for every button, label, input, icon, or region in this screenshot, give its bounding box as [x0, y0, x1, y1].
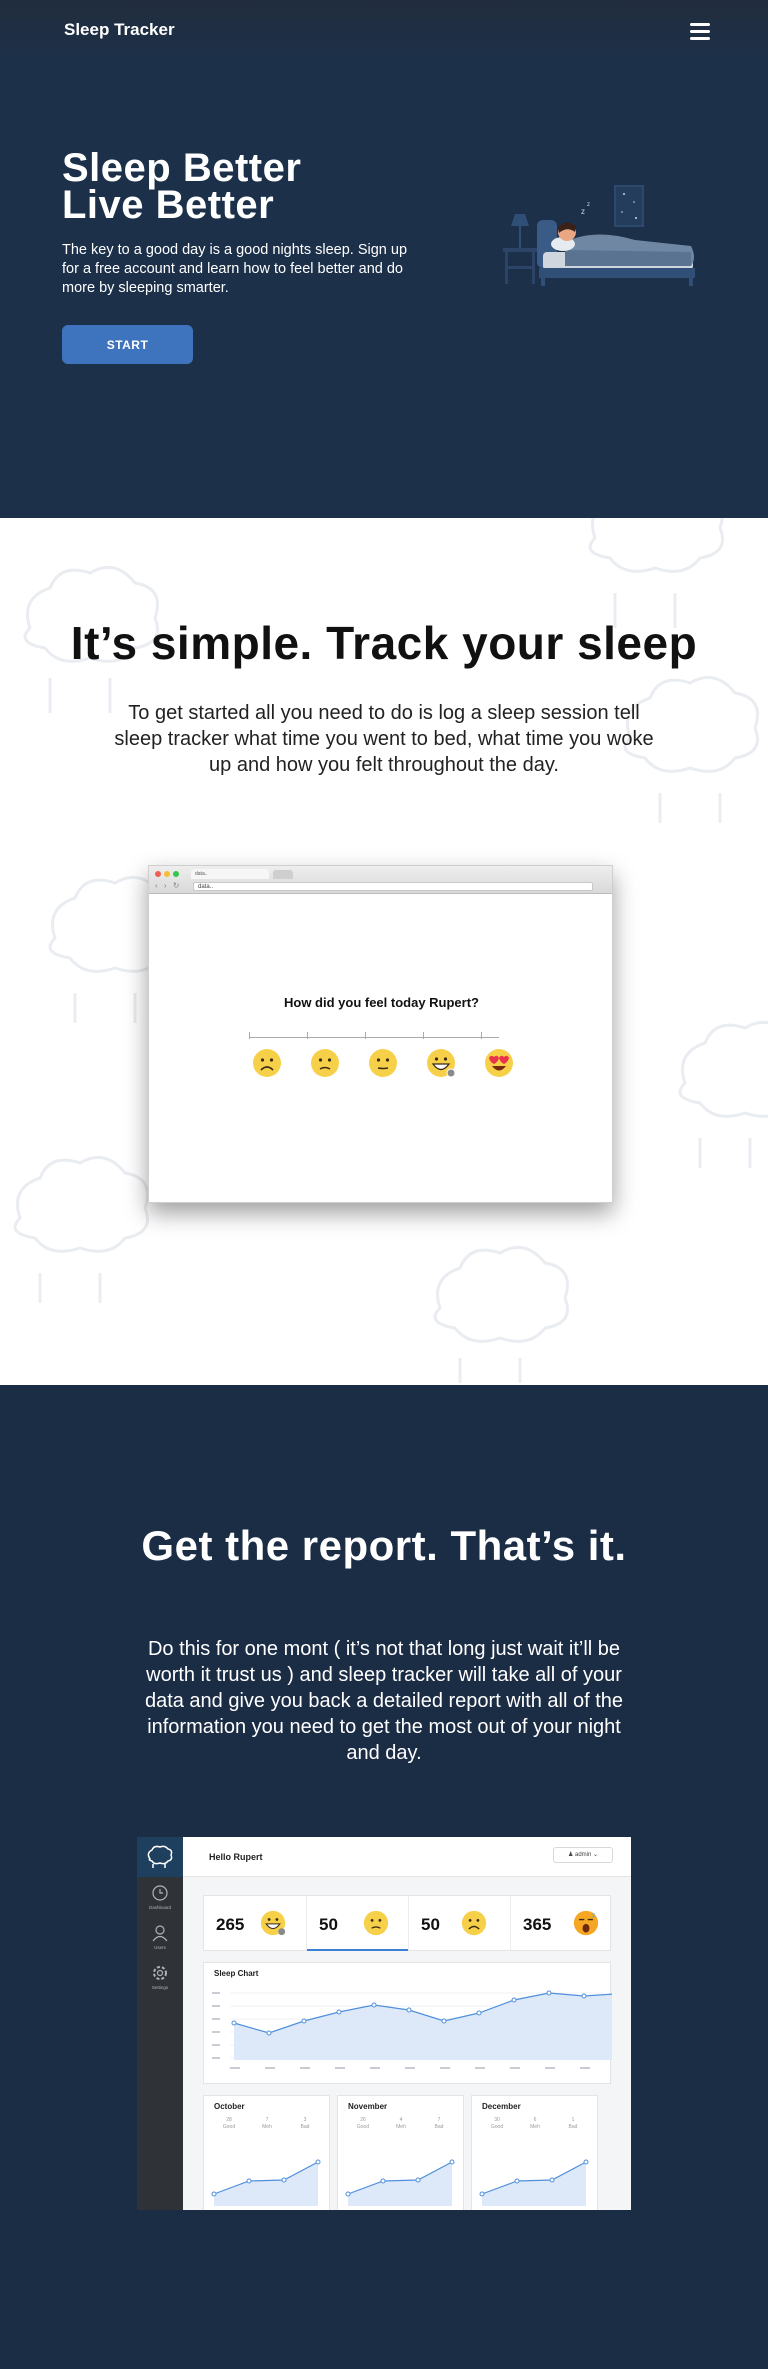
svg-text:z: z: [592, 1913, 595, 1919]
stat-value: 50: [421, 1915, 440, 1934]
sleep-chart-card: Sleep Chart: [203, 1962, 612, 2084]
stat-card[interactable]: 365 z: [510, 1896, 612, 1950]
report-section: Get the report. That’s it. Do this for o…: [0, 1385, 768, 2369]
sleep-line-chart: [212, 1990, 612, 2069]
neutral-face-icon[interactable]: [368, 1048, 398, 1078]
brand-logo[interactable]: Sleep Tracker: [64, 20, 175, 40]
sidebar-item-dashboard[interactable]: Dashboard: [137, 1881, 183, 1917]
user-menu-label: admin: [575, 1852, 592, 1858]
browser-tab[interactable]: data..: [191, 869, 269, 879]
report-description: Do this for one mont ( it’s not that lon…: [144, 1638, 624, 1764]
slightly-frowning-face-icon: [363, 1910, 389, 1936]
y-axis-tick-marks: [212, 1992, 220, 2059]
grinning-face-icon: [260, 1910, 286, 1936]
browser-mockup: data.. ‹ › ↻ data.. How did you feel tod…: [148, 865, 613, 1203]
dashboard-greeting: Hello Rupert: [209, 1852, 263, 1862]
sidebar-item-label: Users: [154, 1945, 166, 1950]
sleeping-person-illustration: z z: [503, 185, 695, 286]
stat-value: 365: [523, 1915, 552, 1934]
sidebar-item-settings[interactable]: Settings: [137, 1961, 183, 1997]
month-card-november[interactable]: November 26 Good 4 Meh 7 Bad: [337, 2095, 464, 2210]
user-icon: [152, 1925, 168, 1942]
svg-text:z: z: [587, 202, 590, 208]
report-title: Get the report. That’s it.: [141, 1522, 627, 1569]
user-menu-button[interactable]: ♟ admin ⌄: [553, 1847, 613, 1863]
month-mini-chart: [479, 2159, 589, 2206]
month-mini-chart: [211, 2159, 321, 2206]
stats-bar: 265 50 50 365 z: [203, 1895, 611, 1951]
stat-value: 265: [216, 1915, 245, 1934]
user-icon: ♟: [567, 1852, 574, 1858]
sheep-logo-icon[interactable]: [137, 1837, 183, 1877]
feeling-scale: [249, 1032, 499, 1039]
dashboard-header: Hello Rupert ♟ admin ⌄: [183, 1837, 631, 1877]
slightly-frowning-face-icon[interactable]: [310, 1048, 340, 1078]
hero-title-line-2: Live Better: [62, 183, 275, 227]
minimize-dot-icon[interactable]: [164, 871, 170, 877]
hero-title-line-1: Sleep Better: [62, 146, 302, 190]
month-card-december[interactable]: December 30 Good 6 Meh 1 Bad: [471, 2095, 598, 2210]
hamburger-icon[interactable]: [686, 20, 714, 44]
close-dot-icon[interactable]: [155, 871, 161, 877]
hero-title: Sleep Better Live Better: [62, 146, 302, 227]
gear-icon: [153, 1966, 167, 1980]
svg-text:z: z: [581, 207, 585, 216]
start-button[interactable]: START: [62, 325, 193, 364]
track-sleep-section: It’s simple. Track your sleep To get sta…: [0, 518, 768, 1385]
sleepy-face-icon: z: [573, 1910, 599, 1936]
browser-nav-arrows-icon[interactable]: ‹ › ↻: [155, 881, 181, 890]
hero-subtitle: The key to a good day is a good nights s…: [62, 242, 408, 296]
dashboard-mockup: Dashboard Users Settings Hello Rupert ♟ …: [137, 1837, 631, 2210]
month-mini-chart: [345, 2159, 455, 2206]
month-card-october[interactable]: October 28 Good 7 Meh 3 Bad: [203, 2095, 330, 2210]
maximize-dot-icon[interactable]: [173, 871, 179, 877]
grinning-face-icon[interactable]: [426, 1048, 456, 1078]
browser-address-bar[interactable]: data..: [193, 882, 593, 891]
stat-card[interactable]: 265: [204, 1896, 306, 1950]
track-sleep-title: It’s simple. Track your sleep: [70, 617, 698, 669]
x-axis-tick-marks: [230, 2067, 590, 2069]
new-tab-button[interactable]: [273, 870, 293, 879]
sidebar-item-label: Settings: [151, 1985, 169, 1990]
track-sleep-description: To get started all you need to do is log…: [114, 702, 654, 776]
feeling-question: How did you feel today Rupert?: [283, 995, 479, 1010]
stat-value: 50: [319, 1915, 338, 1934]
sidebar-item-users[interactable]: Users: [137, 1921, 183, 1957]
stat-card[interactable]: 50: [306, 1896, 408, 1951]
sidebar-item-label: Dashboard: [148, 1905, 171, 1910]
chevron-down-icon: ⌄: [593, 1852, 599, 1858]
frowning-face-icon[interactable]: [252, 1048, 282, 1078]
hero-section: Sleep Tracker Sleep Better Live Better T…: [0, 0, 768, 518]
dashboard-sidebar: Dashboard Users Settings: [137, 1837, 183, 2210]
stat-card[interactable]: 50: [408, 1896, 510, 1950]
clock-icon: [152, 1885, 168, 1901]
heart-eyes-face-icon[interactable]: [484, 1048, 514, 1078]
frowning-face-icon: [461, 1910, 487, 1936]
browser-toolbar: data.. ‹ › ↻ data..: [149, 866, 612, 894]
